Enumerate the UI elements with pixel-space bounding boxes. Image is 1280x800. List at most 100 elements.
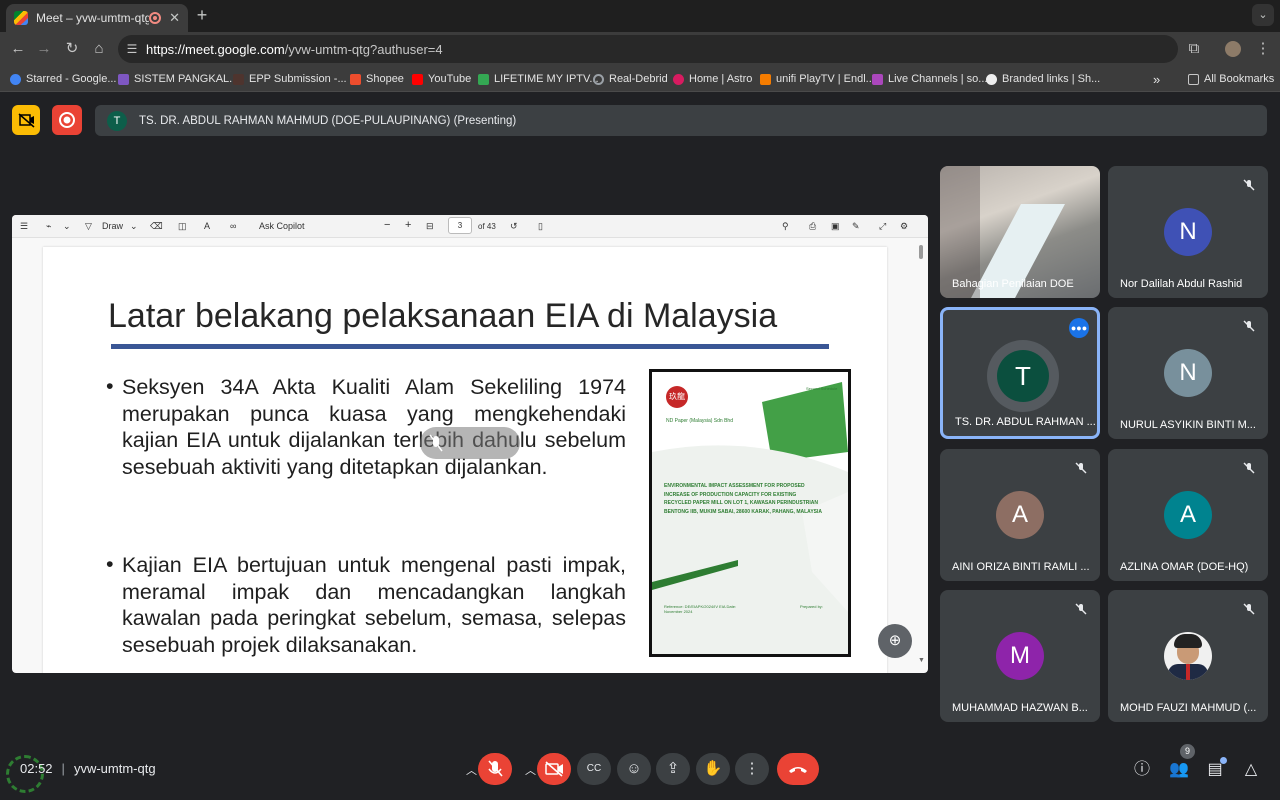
save-as-icon[interactable]: ✎ [852, 220, 860, 233]
participant-name: TS. DR. ABDUL RAHMAN ... [955, 416, 1095, 428]
people-button[interactable]: 👥 [1168, 759, 1190, 781]
eia-report-cover: 玖龍 Second Schedule ND Paper (Malaysia) S… [649, 369, 851, 657]
activities-button[interactable]: △ [1240, 759, 1262, 781]
bookmark-item[interactable]: unifi PlayTV | Endl... [760, 71, 875, 87]
profile-avatar[interactable] [1225, 41, 1241, 57]
slide-title: Latar belakang pelaksanaan EIA di Malays… [108, 297, 778, 335]
participant-tile[interactable]: A AINI ORIZA BINTI RAMLI ... [940, 449, 1100, 581]
pdf-scrollbar[interactable]: ▼ [918, 245, 925, 665]
participant-avatar: A [996, 491, 1044, 539]
back-icon[interactable]: ← [8, 40, 28, 58]
record-icon [59, 112, 75, 128]
search-icon[interactable]: ⚲ [782, 220, 789, 233]
zoom-in-icon[interactable]: + [405, 219, 411, 232]
bookmark-item[interactable]: Branded links | Sh... [986, 71, 1100, 87]
bookmark-item[interactable]: Home | Astro [673, 71, 752, 87]
bookmark-item[interactable]: LIFETIME MY IPTV... [478, 71, 599, 87]
immersive-reader-icon[interactable]: ∞ [230, 220, 236, 233]
forward-icon[interactable]: → [34, 40, 54, 58]
camera-toggle-button[interactable] [537, 753, 571, 785]
all-bookmarks[interactable]: All Bookmarks [1188, 71, 1274, 87]
shopee-icon [350, 73, 361, 85]
highlight-icon[interactable]: ⌁ [46, 220, 51, 233]
tab-search-icon[interactable]: ⌄ [1252, 4, 1274, 26]
participant-tile[interactable]: N Nor Dalilah Abdul Rashid [1108, 166, 1268, 298]
bookmarks-overflow-icon[interactable]: » [1153, 71, 1160, 87]
zoom-magnifier-button[interactable]: ⊕ [878, 624, 912, 658]
text-box-icon[interactable]: ◫ [178, 220, 187, 233]
people-icon: 👥 [1169, 761, 1189, 778]
home-icon[interactable]: ⌂ [89, 40, 109, 58]
slide-title-rule [111, 344, 829, 349]
meeting-info-button[interactable]: ⓘ [1131, 759, 1153, 781]
participant-tile[interactable]: N NURUL ASYIKIN BINTI M... [1108, 307, 1268, 439]
bookmark-item[interactable]: Shopee [350, 71, 404, 87]
tab-strip: Meet – yvw-umtm-qtg ✕ + ⌄ [0, 0, 1280, 32]
bookmark-item[interactable]: EPP Submission -... [233, 71, 347, 87]
present-icon: ⇪ [666, 760, 680, 777]
reload-icon[interactable]: ↻ [62, 40, 82, 58]
zoom-out-icon[interactable]: − [384, 219, 390, 232]
videocam-off-icon [545, 761, 563, 777]
eraser-icon[interactable]: ⌫ [150, 220, 163, 233]
mic-off-icon [488, 760, 503, 777]
recording-button[interactable] [52, 105, 82, 135]
participant-name: Bahagian Penilaian DOE [952, 278, 1074, 290]
raise-hand-button[interactable]: ✋ [696, 753, 730, 785]
leave-call-button[interactable] [777, 753, 819, 785]
tab-title: Meet – yvw-umtm-qtg [36, 11, 150, 25]
participant-tile[interactable]: A AZLINA OMAR (DOE-HQ) [1108, 449, 1268, 581]
mic-off-icon [1074, 461, 1088, 475]
participant-tile[interactable]: Bahagian Penilaian DOE [940, 166, 1100, 298]
captions-icon: CC [586, 763, 602, 774]
close-tab-icon[interactable]: ✕ [169, 10, 180, 26]
present-screen-button[interactable]: ⇪ [656, 753, 690, 785]
settings-gear-icon[interactable]: ⚙ [900, 220, 908, 233]
page-view-icon[interactable]: ▯ [538, 220, 543, 233]
bullet-dot: • [106, 552, 114, 576]
participant-tile[interactable]: MOHD FAUZI MAHMUD (... [1108, 590, 1268, 722]
video-options-chevron-icon[interactable]: ︿ [525, 762, 536, 778]
new-tab-icon[interactable]: + [192, 6, 212, 26]
save-icon[interactable]: ▣ [831, 220, 840, 233]
presenter-banner: T TS. DR. ABDUL RAHMAN MAHMUD (DOE-PULAU… [95, 105, 1267, 136]
more-options-button[interactable]: ⋮ [735, 753, 769, 785]
bookmark-item[interactable]: Real-Debrid [593, 71, 668, 87]
print-icon[interactable]: ⎙ [809, 220, 816, 233]
participant-name: AINI ORIZA BINTI RAMLI ... [952, 561, 1090, 573]
mic-toggle-button[interactable] [478, 753, 512, 785]
contents-icon[interactable]: ☰ [20, 220, 28, 233]
copilot-label[interactable]: Ask Copilot [259, 220, 305, 233]
page-number-input[interactable]: 3 [448, 217, 472, 234]
fit-width-icon[interactable]: ⊟ [426, 220, 434, 233]
bookmark-item[interactable]: YouTube [412, 71, 471, 87]
presenter-avatar: T [107, 110, 127, 131]
participant-name: NURUL ASYIKIN BINTI M... [1120, 419, 1256, 431]
audio-options-chevron-icon[interactable]: ︿ [466, 762, 477, 778]
draw-label[interactable]: Draw [102, 220, 123, 233]
mic-off-icon [1074, 602, 1088, 616]
fullscreen-icon[interactable]: ⤢ [879, 220, 886, 233]
browser-tab[interactable]: Meet – yvw-umtm-qtg ✕ [6, 4, 188, 32]
captions-button[interactable]: CC [577, 753, 611, 785]
participant-tile-speaking[interactable]: ●●● T TS. DR. ABDUL RAHMAN ... [940, 307, 1100, 439]
draw-icon[interactable]: ▽ [85, 220, 92, 233]
site-info-icon[interactable]: ☰ [118, 42, 146, 56]
browser-menu-icon[interactable]: ⋮ [1253, 40, 1273, 58]
camera-framing-button[interactable] [12, 105, 40, 135]
bookmark-item[interactable]: Starred - Google... [10, 71, 117, 87]
rotate-icon[interactable]: ↺ [510, 220, 518, 233]
slide-bullet: • Kajian EIA bertujuan untuk mengenal pa… [106, 552, 626, 658]
chevron-down-icon[interactable]: ⌄ [130, 220, 138, 233]
cover-reference: Reference: DE/EIAPK/2024/IV EIA Date: No… [664, 604, 737, 614]
extensions-icon[interactable]: ⧉ [1184, 40, 1204, 58]
read-aloud-icon[interactable]: A [204, 220, 210, 233]
chevron-down-icon[interactable]: ⌄ [63, 220, 71, 233]
bookmark-item[interactable]: SISTEM PANGKAL... [118, 71, 238, 87]
participant-avatar: A [1164, 491, 1212, 539]
participant-tile[interactable]: M MUHAMMAD HAZWAN B... [940, 590, 1100, 722]
bookmark-item[interactable]: Live Channels | so... [872, 71, 987, 87]
address-bar[interactable]: ☰ https://meet.google.com/yvw-umtm-qtg?a… [118, 35, 1178, 63]
more-vert-icon: ⋮ [744, 760, 760, 777]
emoji-reaction-button[interactable]: ☺ [617, 753, 651, 785]
